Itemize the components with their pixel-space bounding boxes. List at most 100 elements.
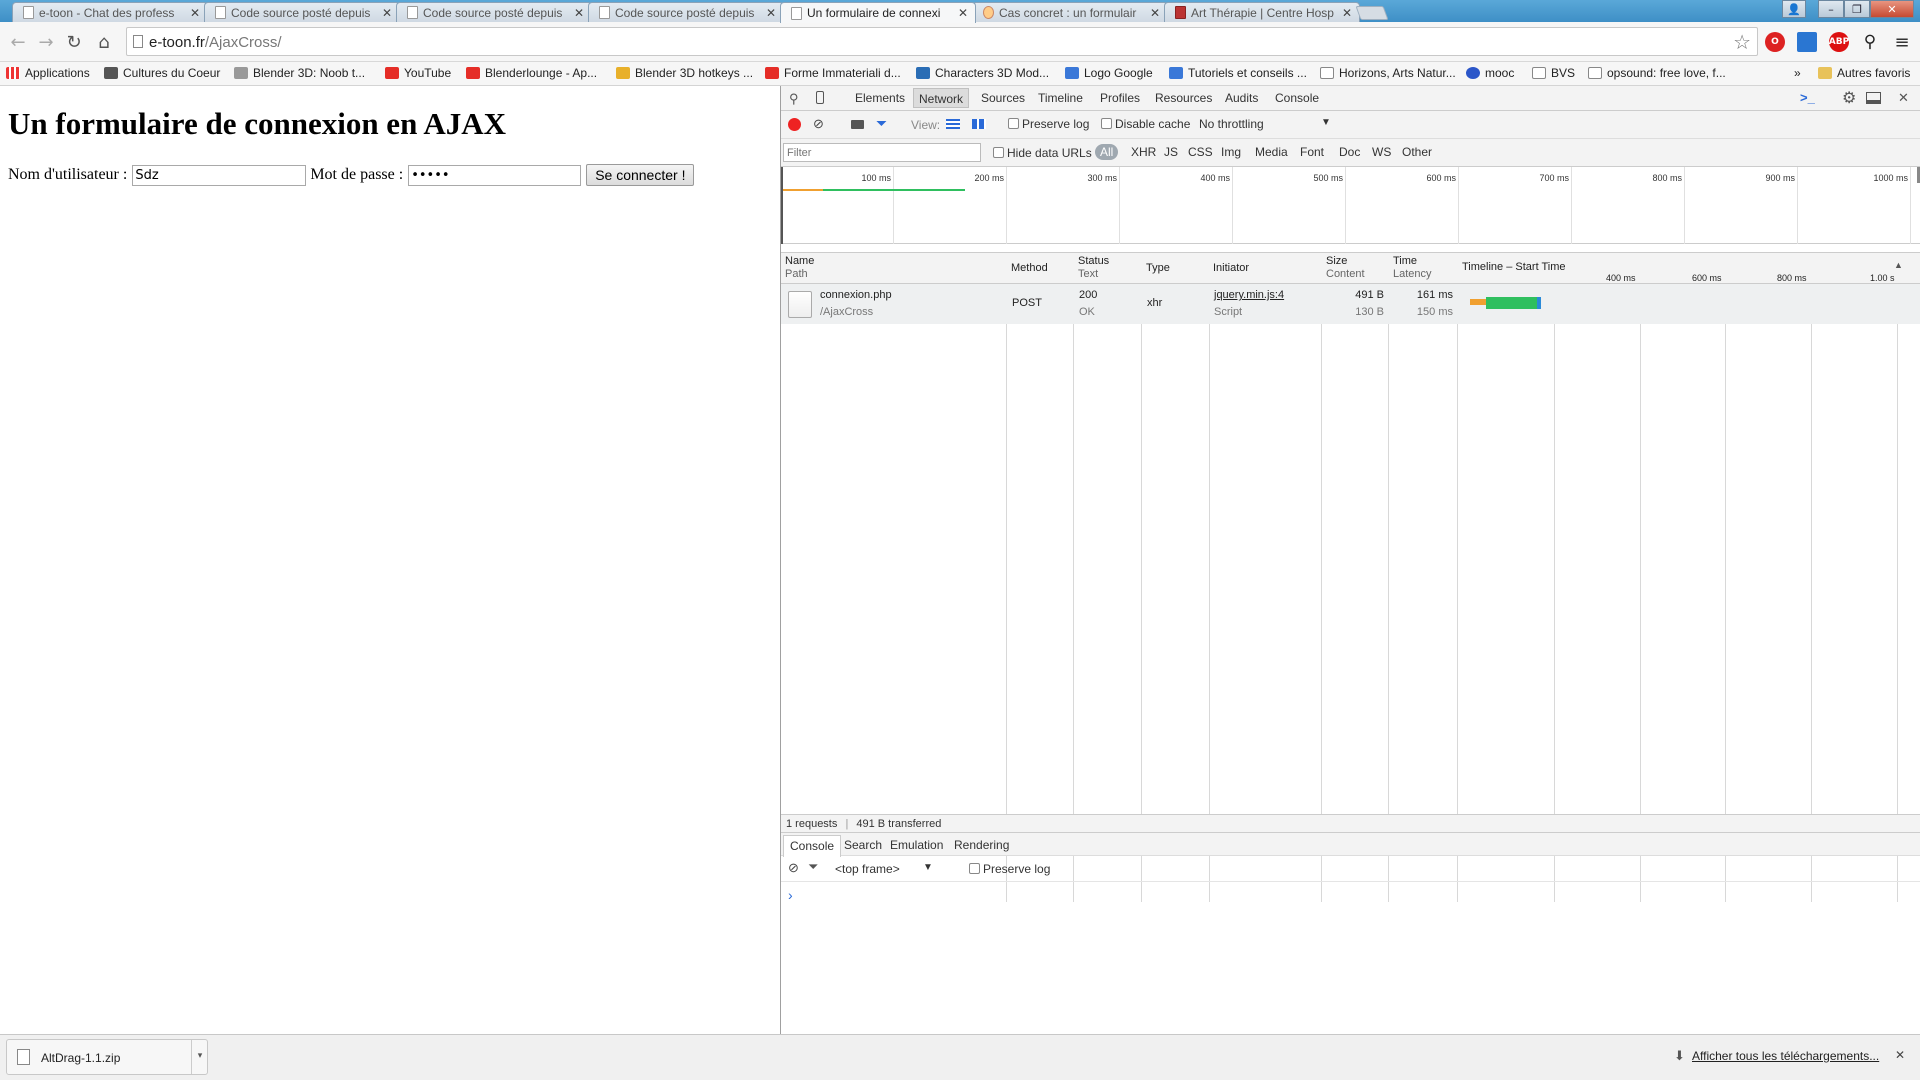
minimize-button[interactable]: – — [1818, 0, 1844, 18]
browser-tab[interactable]: e-toon - Chat des profess ✕ — [12, 2, 208, 22]
bookmark-item[interactable]: mooc — [1466, 66, 1514, 80]
tab-audits[interactable]: Audits — [1225, 91, 1258, 105]
column-header-name[interactable]: Name Path — [785, 255, 814, 281]
download-menu-arrow[interactable]: ▾ — [191, 1040, 208, 1074]
url-text[interactable]: e-toon.fr/AjaxCross/ — [149, 34, 282, 51]
large-rows-icon[interactable] — [946, 119, 960, 129]
settings-gear-icon[interactable]: ⚙ — [1842, 88, 1856, 108]
tab-elements[interactable]: Elements — [855, 91, 905, 105]
close-tab-icon[interactable]: ✕ — [573, 6, 585, 20]
back-arrow-icon[interactable]: ← — [6, 30, 30, 54]
column-header-method[interactable]: Method — [1011, 262, 1048, 275]
browser-tab[interactable]: Code source posté depuis ✕ — [396, 2, 592, 22]
dock-icon[interactable] — [1866, 92, 1881, 104]
download-item[interactable]: AltDrag-1.1.zip ▾ — [6, 1039, 208, 1075]
record-icon[interactable] — [788, 118, 801, 131]
device-mode-icon[interactable] — [816, 91, 824, 104]
filter-icon[interactable]: ⏷ — [876, 115, 887, 132]
bookmark-item[interactable]: BVS — [1532, 66, 1575, 80]
bookmark-star-icon[interactable]: ☆ — [1733, 30, 1751, 54]
overview-icon[interactable] — [972, 119, 986, 129]
bookmarks-overflow-button[interactable]: » — [1794, 66, 1801, 80]
filter-img[interactable]: Img — [1221, 145, 1241, 159]
drawer-tab-console[interactable]: Console — [783, 835, 842, 857]
filter-css[interactable]: CSS — [1188, 145, 1213, 159]
close-tab-icon[interactable]: ✕ — [189, 6, 201, 20]
tab-timeline[interactable]: Timeline — [1038, 91, 1083, 105]
drawer-tab-emulation[interactable]: Emulation — [890, 838, 943, 852]
bookmark-item[interactable]: Applications — [6, 66, 90, 80]
throttling-select[interactable]: No throttling ▼ — [1199, 117, 1331, 131]
frame-select[interactable]: <top frame> ▼ — [835, 862, 935, 876]
hide-data-urls-checkbox[interactable]: Hide data URLs — [993, 146, 1092, 160]
column-header-initiator[interactable]: Initiator — [1213, 262, 1249, 275]
login-submit-button[interactable]: Se connecter ! — [586, 164, 695, 186]
column-header-type[interactable]: Type — [1146, 262, 1170, 275]
username-input[interactable] — [132, 164, 307, 186]
clear-icon[interactable]: ⊘ — [813, 116, 824, 132]
column-header-time[interactable]: Time Latency — [1393, 255, 1432, 281]
bookmark-item[interactable]: Characters 3D Mod... — [916, 66, 1049, 80]
address-bar[interactable]: e-toon.fr/AjaxCross/ ☆ — [126, 27, 1758, 56]
menu-icon[interactable]: ≡ — [1890, 30, 1914, 54]
capture-screenshots-icon[interactable] — [851, 120, 864, 129]
bookmark-item[interactable]: Blender 3D: Noob t... — [234, 66, 365, 80]
window-extension-icon[interactable] — [1797, 32, 1817, 52]
column-header-status[interactable]: Status Text — [1078, 255, 1109, 281]
user-icon[interactable]: 👤 — [1782, 0, 1806, 18]
bookmark-item[interactable]: Blender 3D hotkeys ... — [616, 66, 753, 80]
forward-arrow-icon[interactable]: → — [34, 30, 58, 54]
bookmark-item[interactable]: Forme Immateriali d... — [765, 66, 901, 80]
tab-network[interactable]: Network — [913, 88, 970, 108]
drawer-tab-rendering[interactable]: Rendering — [954, 838, 1009, 852]
browser-tab[interactable]: Cas concret : un formulair ✕ — [972, 2, 1168, 22]
clear-console-icon[interactable]: ⊘ — [788, 860, 799, 876]
console-drawer-icon[interactable]: >_ — [1800, 90, 1815, 105]
home-icon[interactable]: ⌂ — [92, 30, 116, 54]
filter-other[interactable]: Other — [1402, 145, 1432, 159]
column-header-size[interactable]: Size Content — [1326, 255, 1365, 281]
initiator-link[interactable]: jquery.min.js:4 — [1214, 287, 1284, 304]
tab-sources[interactable]: Sources — [981, 91, 1025, 105]
bookmark-item[interactable]: Cultures du Coeur — [104, 66, 220, 80]
filter-all[interactable]: All — [1095, 144, 1119, 160]
browser-tab[interactable]: Code source posté depuis ✕ — [588, 2, 784, 22]
opera-extension-icon[interactable]: O — [1765, 32, 1785, 52]
filter-ws[interactable]: WS — [1372, 145, 1391, 159]
inspect-icon[interactable]: ⚲ — [789, 91, 799, 107]
close-tab-icon[interactable]: ✕ — [957, 6, 969, 20]
overview-handle-left[interactable] — [781, 167, 783, 244]
show-all-downloads-link[interactable]: Afficher tous les téléchargements... — [1692, 1049, 1879, 1063]
close-shelf-icon[interactable]: ✕ — [1895, 1048, 1905, 1062]
filter-doc[interactable]: Doc — [1339, 145, 1360, 159]
bookmark-item[interactable]: opsound: free love, f... — [1588, 66, 1726, 80]
preserve-log-checkbox[interactable]: Preserve log — [1008, 117, 1089, 131]
close-tab-icon[interactable]: ✕ — [765, 6, 777, 20]
browser-tab[interactable]: Code source posté depuis ✕ — [204, 2, 400, 22]
tab-profiles[interactable]: Profiles — [1100, 91, 1140, 105]
new-tab-button[interactable] — [1355, 6, 1389, 20]
table-row[interactable]: connexion.php/AjaxCross POST 200 OK xhr j… — [781, 284, 1920, 324]
bookmark-item[interactable]: Blenderlounge - Ap... — [466, 66, 597, 80]
tab-resources[interactable]: Resources — [1155, 91, 1212, 105]
close-tab-icon[interactable]: ✕ — [1149, 6, 1161, 20]
bookmark-item[interactable]: YouTube — [385, 66, 451, 80]
browser-tab-active[interactable]: Un formulaire de connexi ✕ — [780, 2, 976, 23]
filter-xhr[interactable]: XHR — [1131, 145, 1156, 159]
tab-console[interactable]: Console — [1275, 91, 1319, 105]
reload-icon[interactable]: ↻ — [62, 30, 86, 54]
password-input[interactable] — [408, 164, 582, 186]
close-tab-icon[interactable]: ✕ — [381, 6, 393, 20]
drawer-tab-search[interactable]: Search — [844, 838, 882, 852]
column-header-timeline[interactable]: Timeline – Start Time — [1462, 261, 1566, 274]
filter-js[interactable]: JS — [1164, 145, 1178, 159]
browser-tab[interactable]: Art Thérapie | Centre Hosp ✕ — [1164, 2, 1360, 22]
filter-font[interactable]: Font — [1300, 145, 1324, 159]
close-tab-icon[interactable]: ✕ — [1341, 6, 1353, 20]
search-icon[interactable]: ⚲ — [1858, 30, 1882, 54]
filter-media[interactable]: Media — [1255, 145, 1288, 159]
filter-icon[interactable]: ⏷ — [808, 859, 818, 875]
filter-input[interactable] — [783, 143, 981, 162]
bookmark-item[interactable]: Tutoriels et conseils ... — [1169, 66, 1307, 80]
console-preserve-log-checkbox[interactable]: Preserve log — [969, 862, 1050, 876]
